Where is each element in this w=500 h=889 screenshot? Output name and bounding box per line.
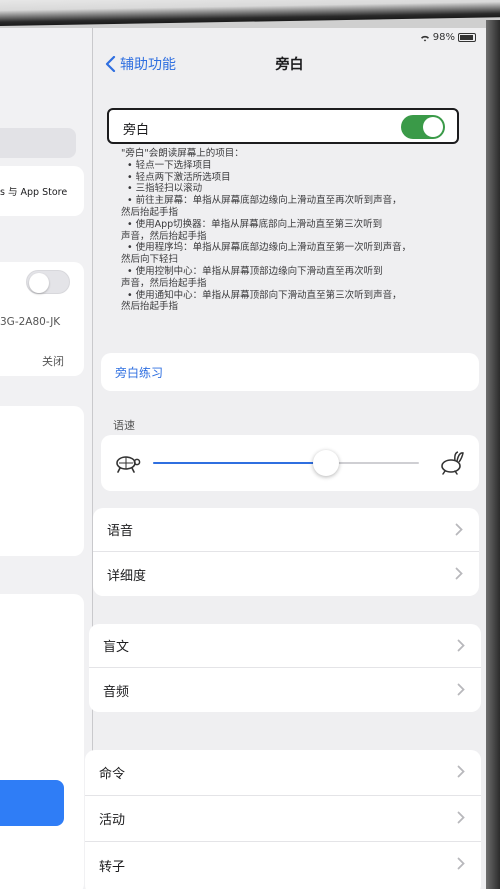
audio-label: 音频 [103,684,130,700]
description-line: • 使用通知中心：单指从屏幕顶部向下滑动直至第三次听到声音， [127,289,402,301]
settings-group-speech: 语音 详细度 [93,508,479,596]
wifi-icon [420,35,429,41]
turtle-icon [116,456,141,473]
sidebar-group-store[interactable]: s 与 App Store [0,166,84,216]
sidebar-item-accessibility-selected[interactable] [0,780,64,826]
description-line: • 前往主屏幕：单指从屏幕底部边缘向上滑动直至再次听到声音， [127,195,402,207]
chevron-right-icon [457,765,465,778]
activities-label: 活动 [99,813,126,828]
settings-group-braille: 盲文 音频 [89,624,481,712]
chevron-right-icon [455,567,463,580]
battery-percent: 98% [432,32,455,43]
voiceover-practice-label: 旁白练习 [115,365,164,380]
chevron-right-icon [455,523,463,536]
voiceover-label: 旁白 [123,123,150,138]
audio-row[interactable]: 音频 [89,668,481,712]
voiceover-toggle-row[interactable]: 旁白 [107,108,459,144]
description-line: • 使用控制中心：单指从屏幕顶部边缘向下滑动直至再次听到 [127,265,383,277]
chevron-right-icon [457,639,465,652]
sidebar-item-app-store[interactable]: s 与 App Store [0,184,67,198]
voiceover-description: "旁白"会朗读屏幕上的项目： • 轻点一下选择项目 • 轻点两下激活所选项目 •… [121,148,461,313]
voiceover-switch[interactable] [401,115,445,139]
speech-label: 语音 [107,524,134,539]
commands-row[interactable]: 命令 [85,750,481,796]
description-line: 声音，然后抬起手指 [121,230,207,242]
verbosity-row[interactable]: 详细度 [93,552,479,596]
speech-rate-fill [153,462,326,464]
description-line: 声音，然后抬起手指 [121,277,207,289]
braille-label: 盲文 [103,640,130,655]
device-bezel-right [486,20,500,889]
description-line: "旁白"会朗读屏幕上的项目： [121,148,244,159]
description-line: • 轻点一下选择项目 [127,159,212,171]
speech-rate-slider[interactable] [153,462,419,464]
chevron-right-icon [457,683,465,696]
sidebar-group-device: 3G-2A80-JK 关闭 [0,262,84,376]
description-line: • 三指轻扫以滚动 [127,183,203,195]
rotor-row[interactable]: 转子 [85,842,481,888]
settings-group-commands: 命令 活动 转子 [85,750,481,889]
description-line: • 使用程序坞：单指从屏幕底部边缘向上滑动直至第一次听到声音， [127,242,412,254]
sidebar-group-list-2[interactable] [0,594,84,889]
description-line: 然后抬起手指 [121,301,179,313]
status-bar: 98% [420,32,476,43]
battery-icon [458,33,476,42]
sidebar-off-value: 关闭 [42,355,64,368]
speech-rate-label: 语速 [113,419,135,432]
device-bezel-top [0,0,500,26]
settings-sidebar: s 与 App Store 3G-2A80-JK 关闭 [0,28,92,889]
chevron-right-icon [457,857,465,870]
verbosity-label: 详细度 [107,568,147,584]
page-title: 旁白 [275,57,304,73]
commands-label: 命令 [99,767,126,782]
chevron-right-icon [457,811,465,824]
rotor-label: 转子 [99,859,126,875]
description-line: • 使用App切换器：单指从屏幕底部向上滑动直至第三次听到 [127,218,383,230]
sidebar-toggle[interactable] [26,270,70,294]
voiceover-practice-row[interactable]: 旁白练习 [101,353,479,391]
description-line: 然后向下轻扫 [121,254,179,266]
description-line: 然后抬起手指 [121,206,179,218]
sidebar-device-name: 3G-2A80-JK [0,316,61,328]
speech-rate-card [101,435,479,491]
speech-rate-thumb[interactable] [312,450,339,476]
rabbit-icon [441,451,464,475]
voiceover-settings-pane: 98% 辅助功能 旁白 旁白 "旁白"会朗读屏幕上的项目： • 轻点一下选择项目… [85,28,486,889]
sidebar-search-field[interactable] [0,128,76,158]
description-line: • 轻点两下激活所选项目 [127,171,231,183]
speech-row[interactable]: 语音 [93,508,479,552]
activities-row[interactable]: 活动 [85,796,481,842]
braille-row[interactable]: 盲文 [89,624,481,668]
sidebar-group-list-1[interactable] [0,406,84,556]
